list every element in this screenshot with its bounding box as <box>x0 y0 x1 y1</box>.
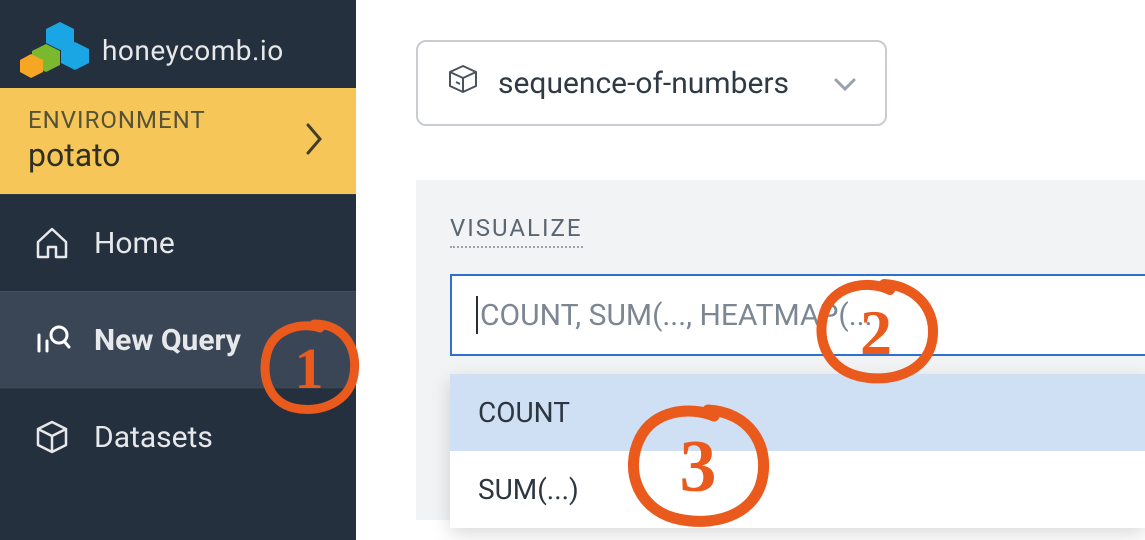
dataset-picker-value: sequence-of-numbers <box>498 66 789 101</box>
brand-logo-row: honeycomb.io <box>0 0 356 88</box>
query-builder-panel: VISUALIZE COUNT, SUM(..., HEATMAP(... CO… <box>416 180 1145 520</box>
environment-label: ENVIRONMENT <box>28 106 206 134</box>
home-icon <box>32 223 72 263</box>
environment-selector[interactable]: ENVIRONMENT potato <box>0 88 356 194</box>
chevron-down-icon <box>833 66 857 101</box>
sidebar-nav: Home New Query Datasets <box>0 194 356 485</box>
honeycomb-logo-icon <box>20 22 92 78</box>
sidebar-item-label: Home <box>94 226 175 261</box>
package-icon <box>446 62 480 104</box>
sidebar-item-label: Datasets <box>94 420 213 455</box>
visualize-input-placeholder: COUNT, SUM(..., HEATMAP(... <box>480 298 872 333</box>
dropdown-item-sum[interactable]: SUM(...) <box>450 451 1145 528</box>
environment-name: potato <box>28 136 206 174</box>
sidebar-item-label: New Query <box>94 323 241 358</box>
sidebar-item-datasets[interactable]: Datasets <box>0 388 356 485</box>
brand-name: honeycomb.io <box>102 34 284 67</box>
text-cursor <box>476 296 478 334</box>
sidebar-item-new-query[interactable]: New Query <box>0 291 356 388</box>
dropdown-item-count[interactable]: COUNT <box>450 374 1145 451</box>
query-icon <box>32 320 72 360</box>
visualize-dropdown: COUNT SUM(...) <box>450 374 1145 528</box>
sidebar: honeycomb.io ENVIRONMENT potato Home <box>0 0 356 540</box>
visualize-section-label: VISUALIZE <box>450 214 583 248</box>
main-content: sequence-of-numbers VISUALIZE COUNT, SUM… <box>356 0 1145 540</box>
cube-icon <box>32 417 72 457</box>
visualize-input[interactable]: COUNT, SUM(..., HEATMAP(... <box>450 274 1145 356</box>
sidebar-item-home[interactable]: Home <box>0 194 356 291</box>
dataset-picker[interactable]: sequence-of-numbers <box>416 40 887 126</box>
chevron-right-icon <box>304 123 324 159</box>
